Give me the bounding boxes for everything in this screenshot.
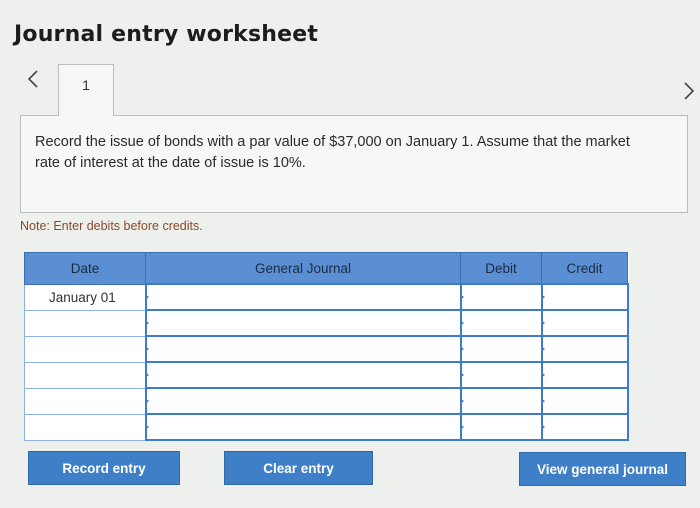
date-cell[interactable] (24, 361, 146, 389)
column-header-credit: Credit (541, 252, 628, 285)
debit-input[interactable] (459, 309, 543, 337)
date-cell[interactable] (24, 413, 146, 441)
date-cell[interactable] (24, 387, 146, 415)
cell-marker-icon (144, 424, 149, 430)
chevron-left-icon (27, 70, 38, 88)
credit-input[interactable] (540, 309, 629, 337)
debit-input[interactable] (459, 361, 543, 389)
debit-input[interactable] (459, 413, 543, 441)
cell-marker-icon (144, 398, 149, 404)
column-header-date: Date (24, 252, 146, 285)
cell-marker-icon (459, 398, 464, 404)
table-row (24, 309, 629, 337)
cell-marker-icon (459, 424, 464, 430)
date-cell[interactable] (24, 309, 146, 337)
account-input[interactable] (144, 361, 462, 389)
cell-marker-icon (459, 320, 464, 326)
column-header-general-journal: General Journal (145, 252, 461, 285)
column-header-debit: Debit (460, 252, 542, 285)
cell-marker-icon (540, 346, 545, 352)
debit-input[interactable] (459, 387, 543, 415)
account-input[interactable] (144, 413, 462, 441)
cell-marker-icon (144, 346, 149, 352)
journal-table: Date General Journal Debit Credit Januar… (24, 252, 629, 441)
previous-button[interactable] (22, 66, 44, 92)
table-row (24, 413, 629, 441)
note-text: Note: Enter debits before credits. (20, 219, 203, 233)
credit-input[interactable] (540, 283, 629, 311)
date-cell[interactable] (24, 335, 146, 363)
credit-input[interactable] (540, 387, 629, 415)
account-input[interactable] (144, 283, 462, 311)
cell-marker-icon (540, 424, 545, 430)
table-row: January 01 (24, 283, 629, 311)
account-input[interactable] (144, 387, 462, 415)
next-button[interactable] (678, 78, 700, 104)
table-row (24, 387, 629, 415)
table-row (24, 361, 629, 389)
account-input[interactable] (144, 335, 462, 363)
cell-marker-icon (540, 398, 545, 404)
cell-marker-icon (144, 294, 149, 300)
date-cell[interactable]: January 01 (24, 283, 146, 311)
cell-marker-icon (144, 372, 149, 378)
record-entry-button[interactable]: Record entry (28, 451, 180, 485)
cell-marker-icon (540, 372, 545, 378)
cell-marker-icon (540, 294, 545, 300)
chevron-right-icon (684, 82, 695, 100)
page-title: Journal entry worksheet (14, 22, 319, 47)
cell-marker-icon (459, 294, 464, 300)
cell-marker-icon (540, 320, 545, 326)
credit-input[interactable] (540, 361, 629, 389)
table-row (24, 335, 629, 363)
clear-entry-button[interactable]: Clear entry (224, 451, 373, 485)
view-general-journal-button[interactable]: View general journal (519, 452, 686, 486)
cell-marker-icon (144, 320, 149, 326)
credit-input[interactable] (540, 413, 629, 441)
question-panel: Record the issue of bonds with a par val… (20, 115, 688, 213)
tab-1[interactable]: 1 (58, 64, 114, 116)
debit-input[interactable] (459, 283, 543, 311)
credit-input[interactable] (540, 335, 629, 363)
debit-input[interactable] (459, 335, 543, 363)
question-text: Record the issue of bonds with a par val… (35, 134, 630, 171)
account-input[interactable] (144, 309, 462, 337)
cell-marker-icon (459, 372, 464, 378)
table-header-row: Date General Journal Debit Credit (24, 252, 628, 285)
tab-label: 1 (82, 77, 90, 93)
cell-marker-icon (459, 346, 464, 352)
